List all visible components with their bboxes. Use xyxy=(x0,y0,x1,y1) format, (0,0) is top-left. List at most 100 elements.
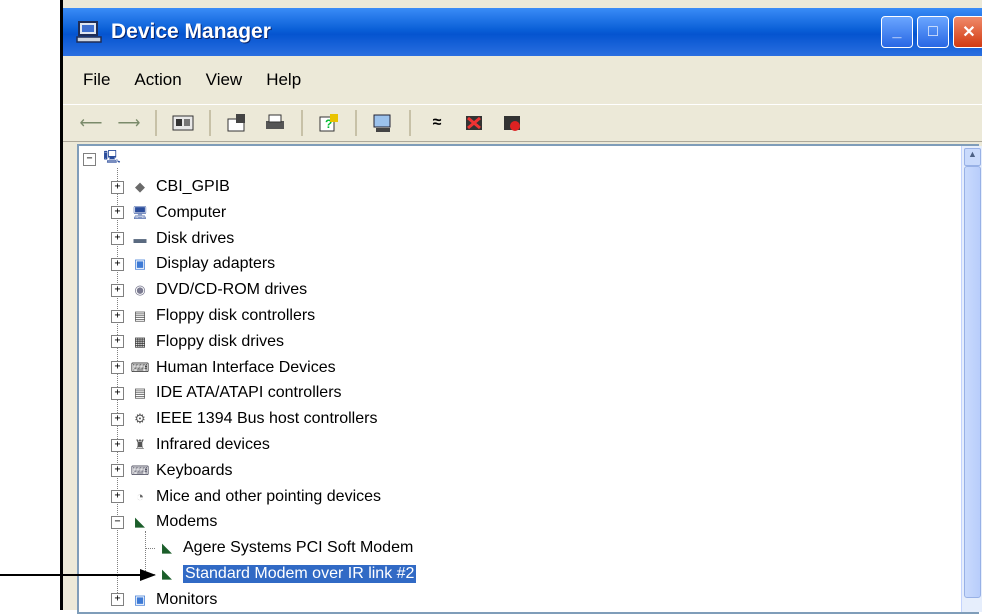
tree-category[interactable]: + ▦ Floppy disk drives xyxy=(111,331,284,353)
tree-category[interactable]: + ⚙ IEEE 1394 Bus host controllers xyxy=(111,408,377,430)
collapse-icon[interactable]: − xyxy=(111,515,124,529)
toolbar: ⟵ ⟶ ? ≈ xyxy=(63,104,982,142)
expand-icon[interactable]: + xyxy=(111,490,124,504)
tree-item-label: Standard Modem over IR link #2 xyxy=(183,565,417,583)
diamond-icon: ◆ xyxy=(135,179,145,194)
expand-icon[interactable]: + xyxy=(111,386,124,400)
tree-category[interactable]: + ▣ Monitors xyxy=(111,589,217,611)
computer-icon xyxy=(76,21,102,43)
controller-icon: ▤ xyxy=(133,308,147,323)
tree-category[interactable]: + ◉ DVD/CD-ROM drives xyxy=(111,279,307,301)
tree-category[interactable]: − ◣ Modems xyxy=(111,511,217,533)
disk-icon: ▬ xyxy=(133,231,147,247)
menu-help[interactable]: Help xyxy=(266,70,301,90)
vertical-scrollbar[interactable]: ▲ xyxy=(961,146,982,612)
display-icon: ▣ xyxy=(133,256,147,272)
menu-action[interactable]: Action xyxy=(134,70,181,90)
tree-child-item[interactable]: ◣ Agere Systems PCI Soft Modem xyxy=(157,537,413,559)
tree-category[interactable]: + ◔ Mice and other pointing devices xyxy=(111,486,381,508)
tree-category[interactable]: + ▤ Floppy disk controllers xyxy=(111,305,315,327)
ieee1394-icon: ⚙ xyxy=(134,411,146,427)
disable-icon[interactable] xyxy=(501,112,525,134)
tree-root[interactable]: − 🖳 xyxy=(83,148,128,170)
toolbar-separator xyxy=(409,110,411,136)
device-manager-window: Device Manager _ □ ✕ File Action View He… xyxy=(60,0,982,614)
tree-child-item[interactable]: ◣ Standard Modem over IR link #2 xyxy=(157,563,417,585)
tree-item-label: Floppy disk controllers xyxy=(156,307,316,324)
tree-category[interactable]: + ▤ IDE ATA/ATAPI controllers xyxy=(111,382,342,404)
uninstall-icon[interactable] xyxy=(463,112,487,134)
expand-icon[interactable]: + xyxy=(111,232,124,246)
modem-icon: ◣ xyxy=(162,566,172,581)
computer-icon: 🖳 xyxy=(103,149,121,164)
mouse-icon: ◔ xyxy=(136,489,144,505)
window-title: Device Manager xyxy=(111,20,271,43)
expand-icon[interactable]: + xyxy=(111,283,124,297)
ide-icon: ▤ xyxy=(133,385,147,401)
tree-item-label: Computer xyxy=(156,203,227,221)
modem-icon: ◣ xyxy=(162,540,172,556)
console-icon[interactable] xyxy=(171,112,195,134)
keyboard-icon: ⌨ xyxy=(130,462,150,478)
tree-category[interactable]: + ◆ CBI_GPIB xyxy=(111,176,230,198)
infrared-icon: ♜ xyxy=(134,437,146,452)
expand-icon[interactable]: + xyxy=(111,335,124,349)
scan-icon[interactable] xyxy=(371,112,395,134)
update-driver-icon[interactable]: ≈ xyxy=(425,112,449,134)
device-tree[interactable]: − 🖳 + ◆ CBI_GPIB + 🖥 Computer + ▬ Disk drives + ▣ Dis… xyxy=(77,144,982,614)
maximize-button[interactable]: □ xyxy=(917,16,949,48)
tree-item-label: Human Interface Devices xyxy=(156,358,336,376)
toolbar-separator xyxy=(209,110,211,136)
scrollbar-thumb[interactable] xyxy=(964,166,981,598)
expand-icon[interactable]: + xyxy=(111,412,124,426)
floppy-icon: ▦ xyxy=(133,333,147,349)
tree-item-label: Floppy disk drives xyxy=(156,332,285,350)
expand-icon[interactable]: + xyxy=(111,361,124,375)
toolbar-separator xyxy=(355,110,357,136)
tree-category[interactable]: + ▣ Display adapters xyxy=(111,253,275,275)
computer-icon: 🖥 xyxy=(131,204,149,220)
expand-icon[interactable]: + xyxy=(111,464,124,478)
back-icon[interactable]: ⟵ xyxy=(79,112,103,134)
tree-category[interactable]: + 🖥 Computer xyxy=(111,202,226,224)
tree-item-label: CBI_GPIB xyxy=(156,178,230,195)
tree-item-label: Display adapters xyxy=(156,255,276,273)
help-icon[interactable]: ? xyxy=(317,112,341,134)
monitor-icon: ▣ xyxy=(133,591,147,607)
menu-bar: File Action View Help xyxy=(63,62,301,98)
close-button[interactable]: ✕ xyxy=(953,16,982,48)
tree-category[interactable]: + ♜ Infrared devices xyxy=(111,434,270,456)
expand-icon[interactable]: + xyxy=(111,438,124,452)
expand-icon[interactable]: + xyxy=(111,309,124,323)
tree-category[interactable]: + ⌨ Human Interface Devices xyxy=(111,357,336,379)
hid-icon: ⌨ xyxy=(130,359,150,375)
tree-item-label: Modems xyxy=(156,513,218,531)
cdrom-icon: ◉ xyxy=(134,282,146,298)
scroll-up-icon[interactable]: ▲ xyxy=(964,148,981,166)
toolbar-separator xyxy=(155,110,157,136)
modem-icon: ◣ xyxy=(135,514,145,530)
expand-icon[interactable]: + xyxy=(111,593,124,607)
tree-item-label: IDE ATA/ATAPI controllers xyxy=(156,384,342,402)
expand-icon[interactable]: + xyxy=(111,180,124,194)
tree-item-label: Disk drives xyxy=(156,229,235,247)
tree-item-label: DVD/CD-ROM drives xyxy=(156,281,308,299)
menu-file[interactable]: File xyxy=(83,70,110,90)
tree-item-label: Monitors xyxy=(156,590,218,608)
expand-icon[interactable]: + xyxy=(111,206,124,220)
properties-icon[interactable] xyxy=(225,112,249,134)
annotation-arrow-icon xyxy=(0,569,156,581)
tree-item-label: IEEE 1394 Bus host controllers xyxy=(156,410,378,428)
tree-category[interactable]: + ▬ Disk drives xyxy=(111,228,234,250)
menu-view[interactable]: View xyxy=(206,70,243,90)
print-icon[interactable] xyxy=(263,112,287,134)
collapse-icon[interactable]: − xyxy=(83,152,96,166)
forward-icon[interactable]: ⟶ xyxy=(117,112,141,134)
title-bar[interactable]: Device Manager _ □ ✕ xyxy=(63,8,982,56)
tree-item-label: Infrared devices xyxy=(156,436,270,453)
tree-category[interactable]: + ⌨ Keyboards xyxy=(111,460,233,482)
tree-connector-line xyxy=(145,548,155,550)
expand-icon[interactable]: + xyxy=(111,257,124,271)
tree-item-label: Agere Systems PCI Soft Modem xyxy=(183,539,414,557)
minimize-button[interactable]: _ xyxy=(881,16,913,48)
